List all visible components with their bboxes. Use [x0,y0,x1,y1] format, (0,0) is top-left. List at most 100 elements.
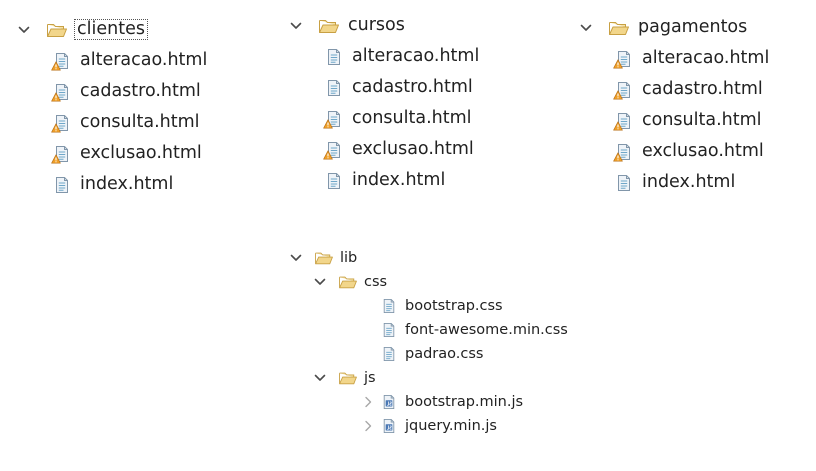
folder-row-css[interactable]: css [288,270,568,294]
folder-row-js[interactable]: js [288,366,568,390]
chevron-down-icon[interactable] [288,250,304,266]
folder-open-icon [338,370,358,386]
file-row[interactable]: alteracao.html [16,45,207,76]
file-label: bootstrap.min.js [405,393,524,410]
chevron-down-icon[interactable] [578,20,594,36]
file-label: font-awesome.min.css [405,321,568,338]
file-row[interactable]: consulta.html [578,105,769,136]
html-file-icon [616,112,632,130]
css-file-icon [382,322,396,338]
file-label: consulta.html [642,109,762,130]
file-row[interactable]: consulta.html [288,103,479,134]
folder-open-icon [314,250,334,266]
folder-open-icon [318,17,340,35]
file-label: consulta.html [352,107,472,128]
file-label: padrao.css [405,345,484,362]
html-file-icon [54,52,70,70]
tree-clientes: clientes alteracao.html cadastro.html co… [16,14,207,200]
file-row[interactable]: index.html [16,169,207,200]
file-label: index.html [642,171,736,192]
file-row[interactable]: cadastro.html [578,74,769,105]
html-file-icon [616,50,632,68]
js-file-icon [382,394,396,410]
html-file-icon [326,110,342,128]
file-row[interactable]: font-awesome.min.css [288,318,568,342]
file-row[interactable]: exclusao.html [578,136,769,167]
warning-icon [613,90,623,100]
file-label: cadastro.html [80,80,201,101]
warning-icon [51,92,61,102]
html-file-icon [54,114,70,132]
file-label: exclusao.html [352,138,474,159]
file-row[interactable]: consulta.html [16,107,207,138]
warning-icon [51,123,61,133]
folder-label: css [364,273,388,290]
file-row[interactable]: padrao.css [288,342,568,366]
folder-row-cursos[interactable]: cursos [288,10,479,41]
warning-icon [51,154,61,164]
html-file-icon [616,143,632,161]
file-label: cadastro.html [352,76,473,97]
chevron-down-icon[interactable] [16,22,32,38]
folder-open-icon [338,274,358,290]
html-file-icon [54,176,70,194]
folder-label: clientes [74,18,148,41]
html-file-icon [326,172,342,190]
html-file-icon [326,141,342,159]
file-row[interactable]: index.html [578,167,769,198]
file-label: index.html [352,169,446,190]
file-label: alteracao.html [642,47,770,68]
file-row[interactable]: index.html [288,165,479,196]
file-label: exclusao.html [642,140,764,161]
folder-row-clientes[interactable]: clientes [16,14,207,45]
folder-open-icon [608,19,630,37]
tree-cursos: cursos alteracao.html cadastro.html cons… [288,10,479,196]
html-file-icon [326,79,342,97]
folder-label: pagamentos [638,16,748,37]
tree-lib: lib css bootstrap.css font-awesome.min.c… [288,246,568,438]
folder-open-icon [46,21,68,39]
file-label: alteracao.html [352,45,480,66]
folder-row-pagamentos[interactable]: pagamentos [578,12,769,43]
chevron-down-icon[interactable] [288,18,304,34]
chevron-right-icon[interactable] [360,418,376,434]
html-file-icon [54,145,70,163]
file-row[interactable]: bootstrap.min.js [288,390,568,414]
html-file-icon [616,81,632,99]
tree-pagamentos: pagamentos alteracao.html cadastro.html … [578,12,769,198]
folder-row-lib[interactable]: lib [288,246,568,270]
warning-icon [323,119,333,129]
folder-label: cursos [348,14,405,35]
file-label: jquery.min.js [405,417,497,434]
file-row[interactable]: alteracao.html [288,41,479,72]
file-label: alteracao.html [80,49,208,70]
folder-label: js [364,369,376,386]
html-file-icon [616,174,632,192]
file-row[interactable]: jquery.min.js [288,414,568,438]
warning-icon [613,152,623,162]
file-label: exclusao.html [80,142,202,163]
folder-label: lib [340,249,358,266]
html-file-icon [54,83,70,101]
warning-icon [323,150,333,160]
file-label: cadastro.html [642,78,763,99]
file-row[interactable]: cadastro.html [16,76,207,107]
file-label: index.html [80,173,174,194]
file-row[interactable]: cadastro.html [288,72,479,103]
warning-icon [613,121,623,131]
file-row[interactable]: bootstrap.css [288,294,568,318]
file-row[interactable]: exclusao.html [288,134,479,165]
css-file-icon [382,346,396,362]
chevron-down-icon[interactable] [312,274,328,290]
html-file-icon [326,48,342,66]
chevron-right-icon[interactable] [360,394,376,410]
css-file-icon [382,298,396,314]
chevron-down-icon[interactable] [312,370,328,386]
file-label: bootstrap.css [405,297,503,314]
file-label: consulta.html [80,111,200,132]
warning-icon [51,61,61,71]
file-row[interactable]: exclusao.html [16,138,207,169]
js-file-icon [382,418,396,434]
file-row[interactable]: alteracao.html [578,43,769,74]
warning-icon [613,59,623,69]
